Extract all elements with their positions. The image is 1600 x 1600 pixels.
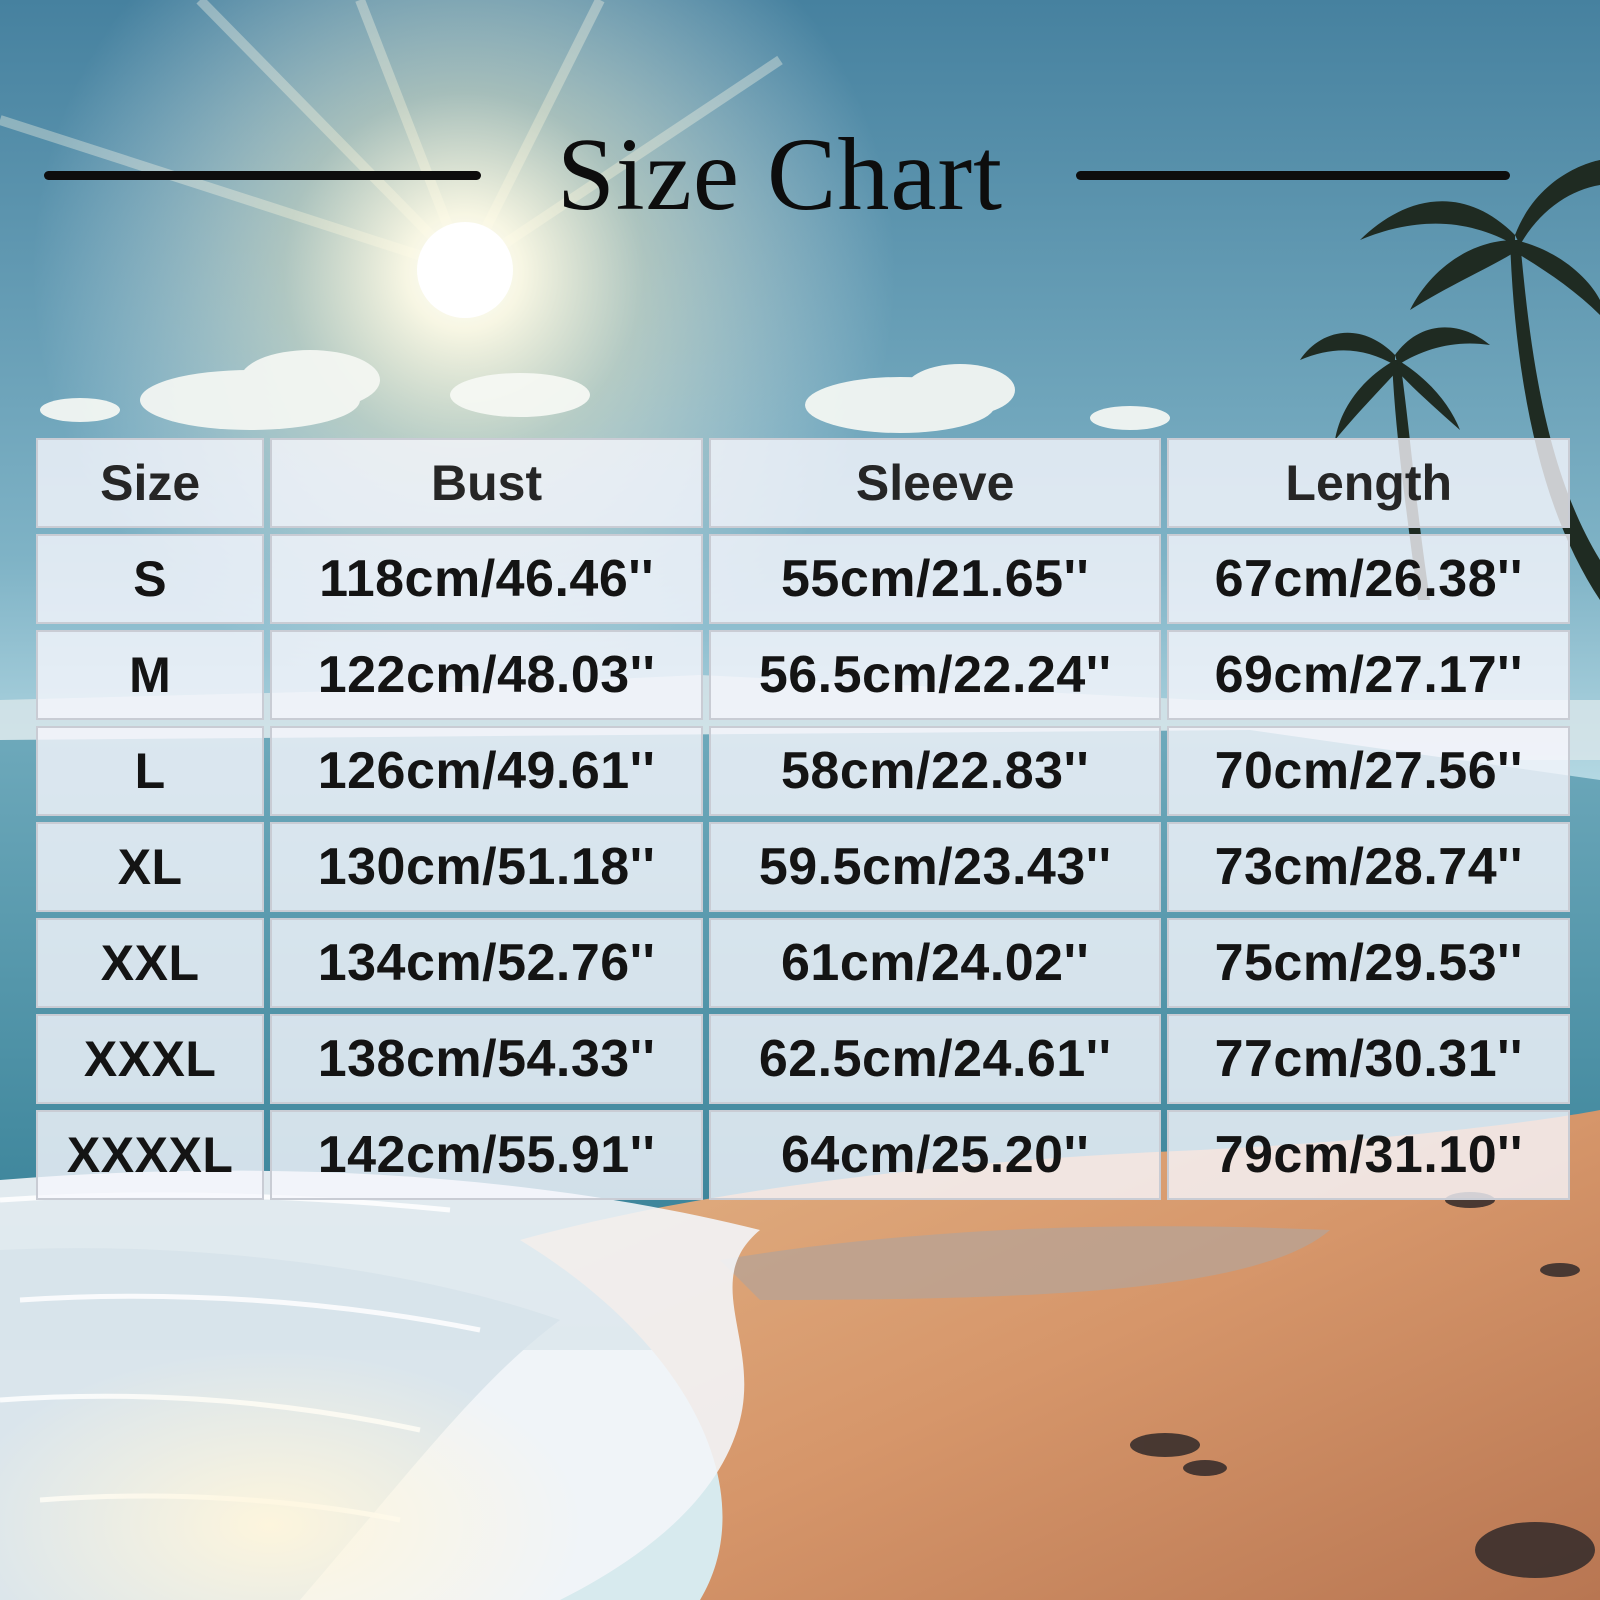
bust-cell: 142cm/55.91'' [270,1110,703,1200]
title-rule-right [1076,171,1510,180]
sleeve-cell: 56.5cm/22.24'' [708,630,1162,720]
table-row: S 118cm/46.46'' 55cm/21.65'' 67cm/26.38'… [36,534,1570,624]
length-cell: 73cm/28.74'' [1167,822,1570,912]
table-row: XXXXL 142cm/55.91'' 64cm/25.20'' 79cm/31… [36,1110,1570,1200]
size-cell: M [36,630,265,720]
column-header-sleeve: Sleeve [708,438,1162,528]
bust-cell: 134cm/52.76'' [270,918,703,1008]
sleeve-cell: 64cm/25.20'' [708,1110,1162,1200]
size-cell: XXXXL [36,1110,265,1200]
size-cell: XXXL [36,1014,265,1104]
sleeve-cell: 58cm/22.83'' [708,726,1162,816]
size-chart-table: Size Bust Sleeve Length S 118cm/46.46'' … [30,432,1576,1206]
table-row: XXXL 138cm/54.33'' 62.5cm/24.61'' 77cm/3… [36,1014,1570,1104]
length-cell: 77cm/30.31'' [1167,1014,1570,1104]
bust-cell: 138cm/54.33'' [270,1014,703,1104]
sleeve-cell: 62.5cm/24.61'' [708,1014,1162,1104]
column-header-length: Length [1167,438,1570,528]
size-cell: S [36,534,265,624]
title-rule-left [44,171,481,180]
sleeve-cell: 61cm/24.02'' [708,918,1162,1008]
length-cell: 75cm/29.53'' [1167,918,1570,1008]
size-cell: XXL [36,918,265,1008]
size-cell: XL [36,822,265,912]
sleeve-cell: 59.5cm/23.43'' [708,822,1162,912]
sleeve-cell: 55cm/21.65'' [708,534,1162,624]
length-cell: 79cm/31.10'' [1167,1110,1570,1200]
column-header-bust: Bust [270,438,703,528]
length-cell: 67cm/26.38'' [1167,534,1570,624]
column-header-size: Size [36,438,265,528]
length-cell: 69cm/27.17'' [1167,630,1570,720]
bust-cell: 126cm/49.61'' [270,726,703,816]
page-title: Size Chart [556,117,1004,232]
bust-cell: 130cm/51.18'' [270,822,703,912]
table-row: L 126cm/49.61'' 58cm/22.83'' 70cm/27.56'… [36,726,1570,816]
length-cell: 70cm/27.56'' [1167,726,1570,816]
size-cell: L [36,726,265,816]
bust-cell: 122cm/48.03'' [270,630,703,720]
title-banner: Size Chart [0,110,1600,240]
bust-cell: 118cm/46.46'' [270,534,703,624]
table-row: M 122cm/48.03'' 56.5cm/22.24'' 69cm/27.1… [36,630,1570,720]
table-row: XXL 134cm/52.76'' 61cm/24.02'' 75cm/29.5… [36,918,1570,1008]
table-header-row: Size Bust Sleeve Length [36,438,1570,528]
table-row: XL 130cm/51.18'' 59.5cm/23.43'' 73cm/28.… [36,822,1570,912]
